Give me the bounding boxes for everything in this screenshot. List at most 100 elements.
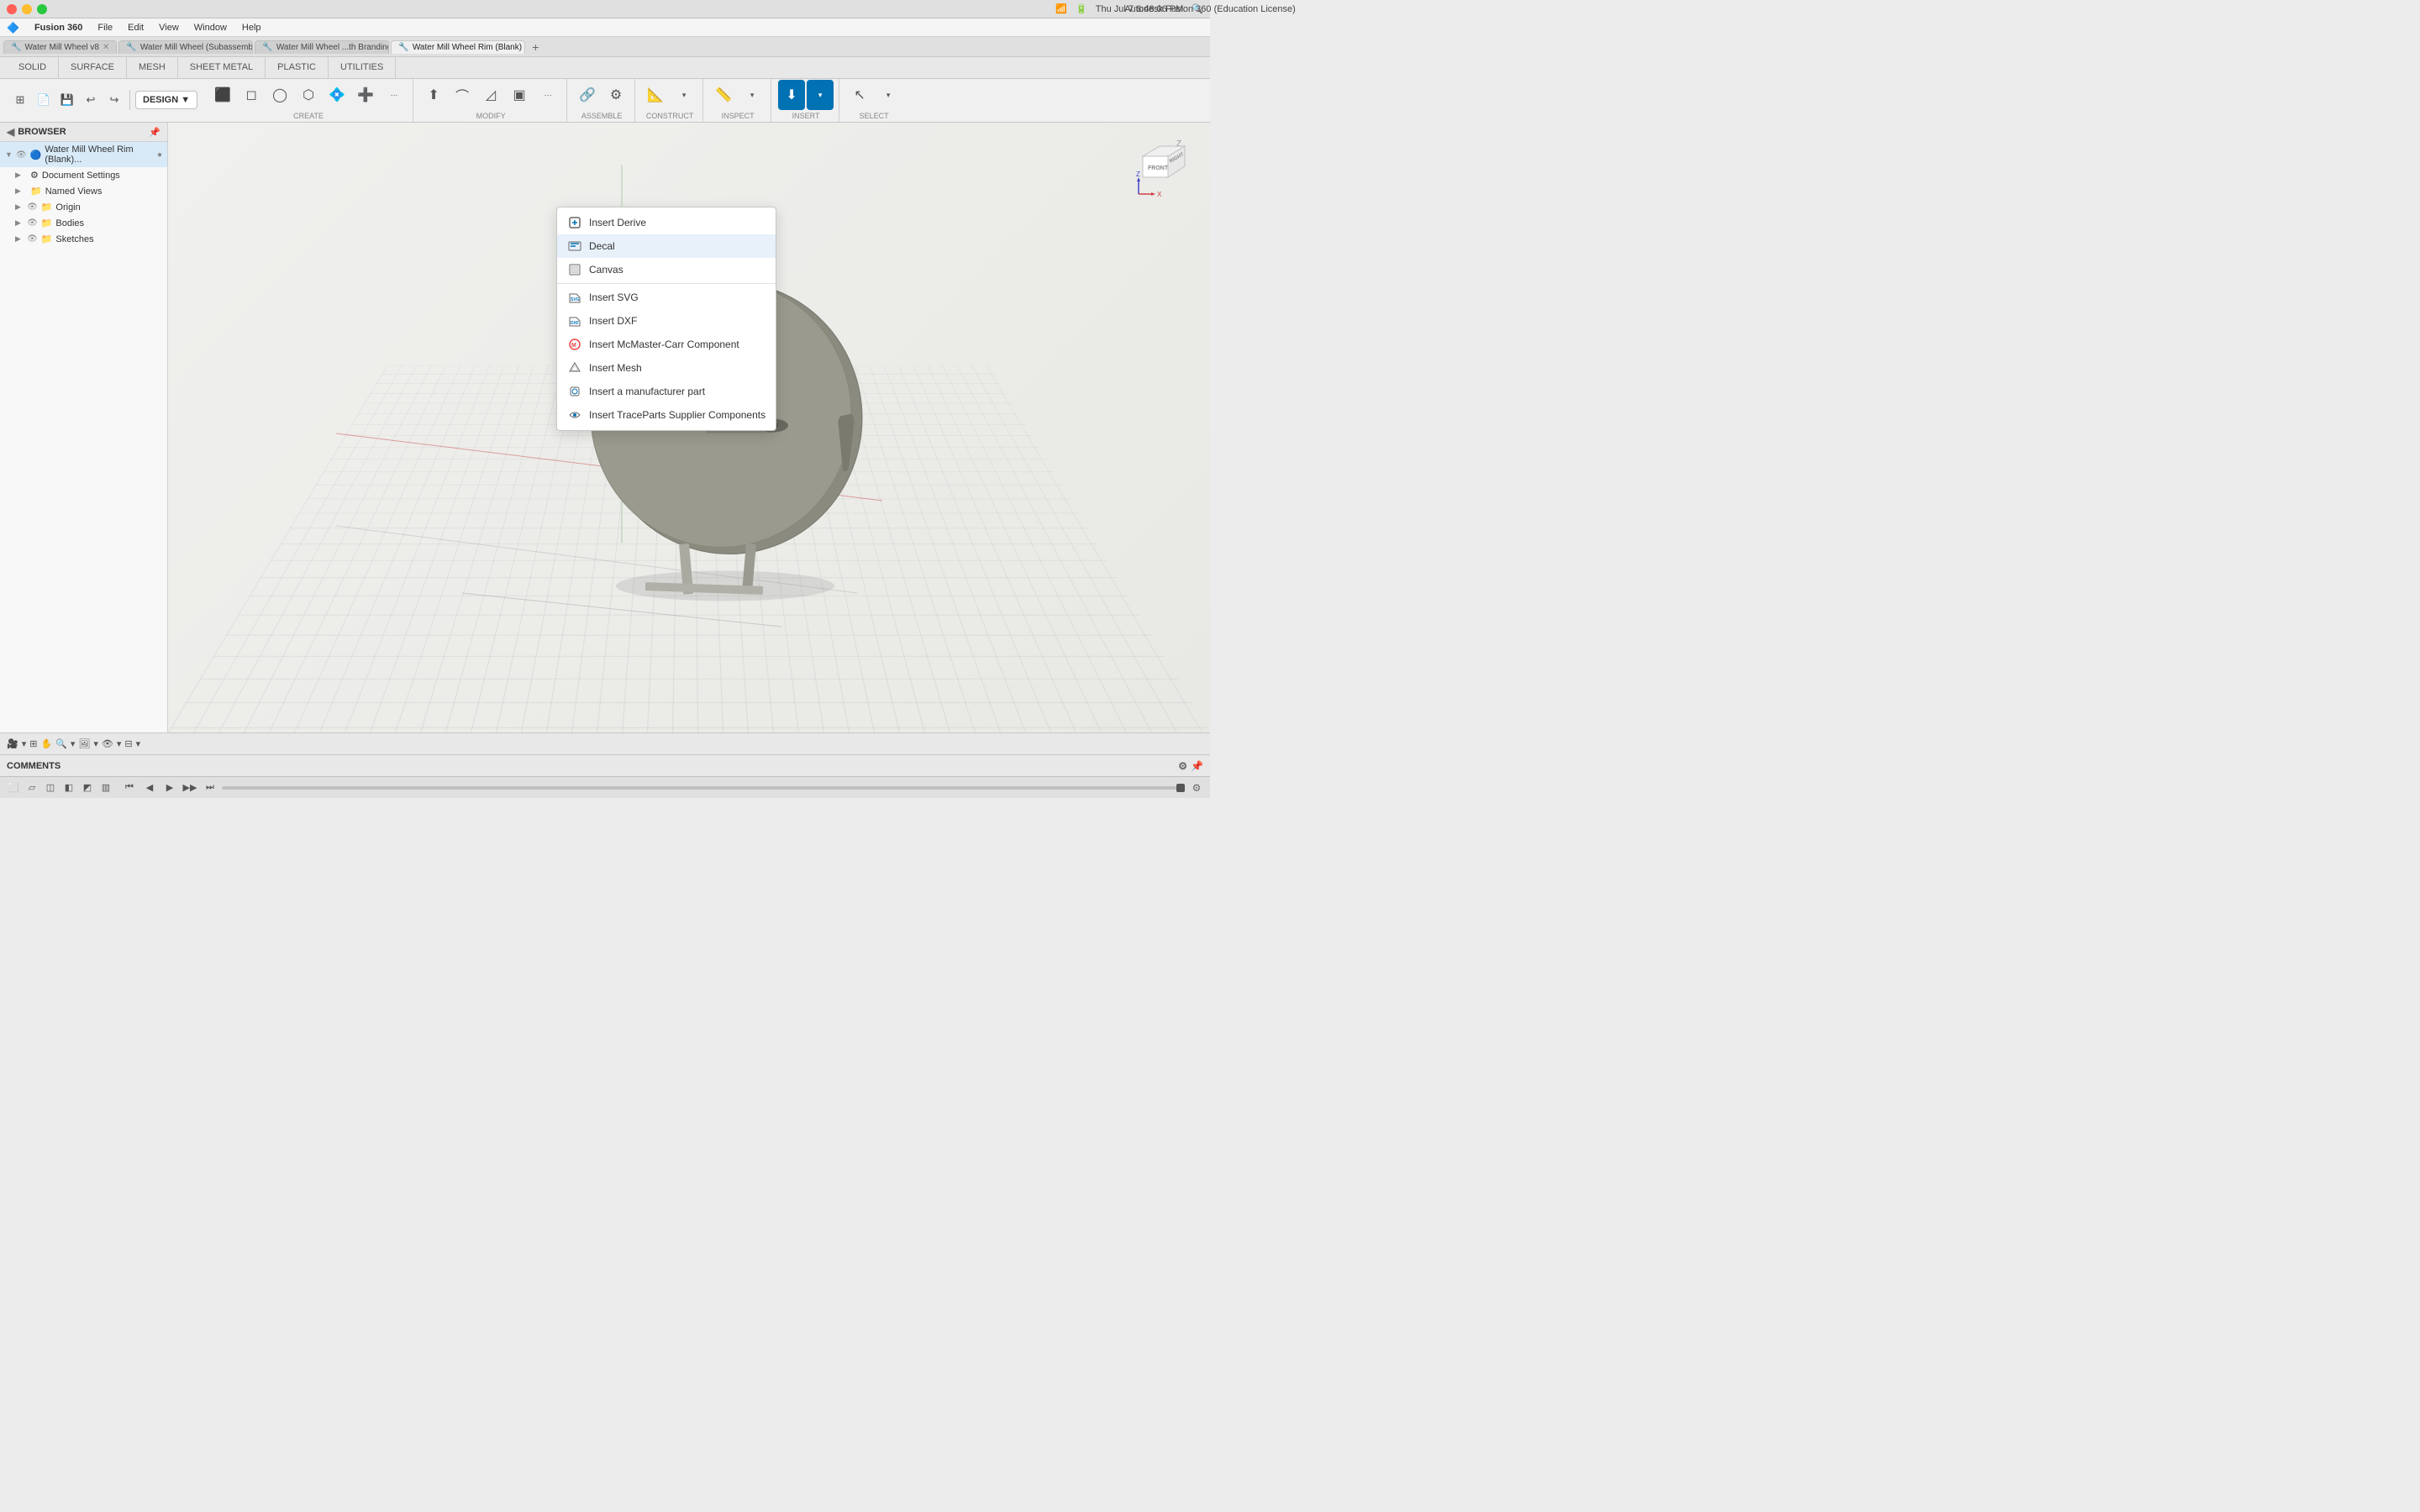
insert-more-btn[interactable]: ▾ <box>807 80 834 110</box>
insert-mcmaster-item[interactable]: M Insert McMaster-Carr Component <box>557 333 776 356</box>
loft-btn[interactable]: 💠 <box>324 80 350 110</box>
new-button[interactable]: 📄 <box>34 90 54 110</box>
select-more-btn[interactable]: ▾ <box>875 80 902 110</box>
save-button[interactable]: 💾 <box>57 90 77 110</box>
view-cube[interactable]: Z FRONT RIGHT Z X <box>1134 139 1193 198</box>
tab-close-0[interactable]: ✕ <box>103 43 109 52</box>
insert-mesh-item[interactable]: Insert Mesh <box>557 356 776 380</box>
browser-pin[interactable]: 📌 <box>149 127 160 138</box>
undo-button[interactable]: ↩ <box>81 90 101 110</box>
zoom-icon[interactable]: 🔍 <box>55 738 67 749</box>
eye-bodies[interactable]: 👁 <box>27 218 38 228</box>
menu-window[interactable]: Window <box>187 21 234 34</box>
grid-icon[interactable]: ⊞ <box>29 738 37 749</box>
tab-surface[interactable]: SURFACE <box>59 57 127 78</box>
extrude-btn[interactable]: ◻ <box>238 80 265 110</box>
timeline-icon-5[interactable]: ◩ <box>79 780 96 796</box>
timeline-settings[interactable]: ⚙ <box>1188 780 1205 796</box>
pipe-btn[interactable]: ➕ <box>352 80 379 110</box>
view-mode-icon[interactable]: 👁 <box>102 738 113 749</box>
browser-bodies[interactable]: ▶ 👁 📁 Bodies <box>0 215 167 231</box>
tab-plastic[interactable]: PLASTIC <box>266 57 329 78</box>
comments-pin-icon[interactable]: 📌 <box>1191 760 1203 772</box>
eye-root[interactable]: 👁 <box>16 150 27 160</box>
close-button[interactable] <box>7 4 17 14</box>
decal-item[interactable]: Decal <box>557 234 776 258</box>
revolve-btn[interactable]: ◯ <box>266 80 293 110</box>
eye-origin[interactable]: 👁 <box>27 202 38 212</box>
insert-svg-item[interactable]: SVG Insert SVG <box>557 286 776 309</box>
timeline-next-step[interactable]: ▶▶ <box>182 780 198 796</box>
modify-more-btn[interactable]: ⋯ <box>534 80 561 110</box>
browser-named-views[interactable]: ▶ 📁 Named Views <box>0 183 167 199</box>
apps-button[interactable]: ⊞ <box>10 90 30 110</box>
insert-btn[interactable]: ⬇ <box>778 80 805 110</box>
insert-dxf-item[interactable]: DXF Insert DXF <box>557 309 776 333</box>
joint-btn[interactable]: ⚙ <box>602 80 629 110</box>
timeline-track[interactable] <box>222 786 1185 790</box>
redo-button[interactable]: ↪ <box>104 90 124 110</box>
comments-settings-icon[interactable]: ⚙ <box>1178 760 1187 772</box>
comments-panel: COMMENTS ⚙ 📌 <box>0 754 1210 776</box>
press-pull-btn[interactable]: ⬆ <box>420 80 447 110</box>
new-component-assemble-btn[interactable]: 🔗 <box>574 80 601 110</box>
inspect-more-btn[interactable]: ▾ <box>739 80 765 110</box>
canvas-item[interactable]: Canvas <box>557 258 776 281</box>
menu-edit[interactable]: Edit <box>121 21 150 34</box>
tab-mesh[interactable]: MESH <box>127 57 178 78</box>
display-mode-icon[interactable]: 🖼 <box>78 738 90 749</box>
menu-file[interactable]: File <box>91 21 119 34</box>
timeline-icon-6[interactable]: ▥ <box>97 780 114 796</box>
offset-plane-btn[interactable]: 📐 <box>642 80 669 110</box>
tab-watermill-rim[interactable]: 🔧 Water Mill Wheel Rim (Blank) v1 ✕ <box>391 40 525 54</box>
insert-mcmaster-label: Insert McMaster-Carr Component <box>589 339 739 350</box>
viewport[interactable]: Z FRONT RIGHT Z X <box>168 123 1210 732</box>
timeline-icon-1[interactable]: ⬜ <box>5 780 22 796</box>
insert-traceparts-item[interactable]: Insert TraceParts Supplier Components <box>557 403 776 427</box>
browser-doc-settings[interactable]: ▶ ⚙ Document Settings <box>0 167 167 183</box>
timeline-icon-2[interactable]: ▱ <box>24 780 40 796</box>
minimize-button[interactable] <box>22 4 32 14</box>
camera-arrow: ▾ <box>22 738 27 749</box>
eye-sketches[interactable]: 👁 <box>27 234 38 244</box>
sweep-btn[interactable]: ⬡ <box>295 80 322 110</box>
camera-icon[interactable]: 🎥 <box>7 738 18 749</box>
menu-help[interactable]: Help <box>235 21 268 34</box>
measure-btn[interactable]: 📏 <box>710 80 737 110</box>
hand-icon[interactable]: ✋ <box>40 738 52 749</box>
tab-watermill-v8[interactable]: 🔧 Water Mill Wheel v8 ✕ <box>3 40 117 54</box>
create-more-btn[interactable]: ⋯ <box>381 80 408 110</box>
tab-watermill-branding[interactable]: 🔧 Water Mill Wheel ...th Branding) v13* … <box>255 40 389 54</box>
tab-watermill-subassembly[interactable]: 🔧 Water Mill Wheel (Subassembly) v10* ✕ <box>118 40 253 54</box>
maximize-button[interactable] <box>37 4 47 14</box>
timeline-start[interactable]: ⏮ <box>121 780 138 796</box>
browser-sketches[interactable]: ▶ 👁 📁 Sketches <box>0 231 167 247</box>
browser-origin[interactable]: ▶ 👁 📁 Origin <box>0 199 167 215</box>
timeline-icon-4[interactable]: ◧ <box>60 780 77 796</box>
timeline-prev[interactable]: ◀ <box>141 780 158 796</box>
construct-more-btn[interactable]: ▾ <box>671 80 697 110</box>
browser-root-item[interactable]: ▼ 👁 🔵 Water Mill Wheel Rim (Blank)... ● <box>0 142 167 167</box>
menu-view[interactable]: View <box>152 21 186 34</box>
fillet-btn[interactable]: ⌒ <box>449 80 476 110</box>
shell-btn[interactable]: ▣ <box>506 80 533 110</box>
tab-utilities[interactable]: UTILITIES <box>329 57 396 78</box>
timeline-end[interactable]: ⏭ <box>202 780 218 796</box>
chamfer-btn[interactable]: ◿ <box>477 80 504 110</box>
new-tab-button[interactable]: + <box>527 39 544 55</box>
browser-collapse[interactable]: ◀ <box>7 126 14 138</box>
view-mode-arrow: ▾ <box>117 738 122 749</box>
insert-derive-item[interactable]: Insert Derive <box>557 211 776 234</box>
select-btn[interactable]: ↖ <box>846 80 873 110</box>
design-dropdown[interactable]: DESIGN ▼ <box>135 91 197 109</box>
tab-sheet-metal[interactable]: SHEET METAL <box>178 57 266 78</box>
insert-svg-icon: SVG <box>567 290 582 305</box>
grid3-icon[interactable]: ⊟ <box>124 738 132 749</box>
tab-solid[interactable]: SOLID <box>7 57 59 78</box>
new-component-btn[interactable]: ⬛ <box>209 80 236 110</box>
insert-manufacturer-item[interactable]: Insert a manufacturer part <box>557 380 776 403</box>
timeline-icon-3[interactable]: ◫ <box>42 780 59 796</box>
window-title: Autodesk Fusion 360 (Education License) <box>1124 4 1296 14</box>
timeline-playhead[interactable] <box>1176 784 1185 792</box>
timeline-play[interactable]: ▶ <box>161 780 178 796</box>
